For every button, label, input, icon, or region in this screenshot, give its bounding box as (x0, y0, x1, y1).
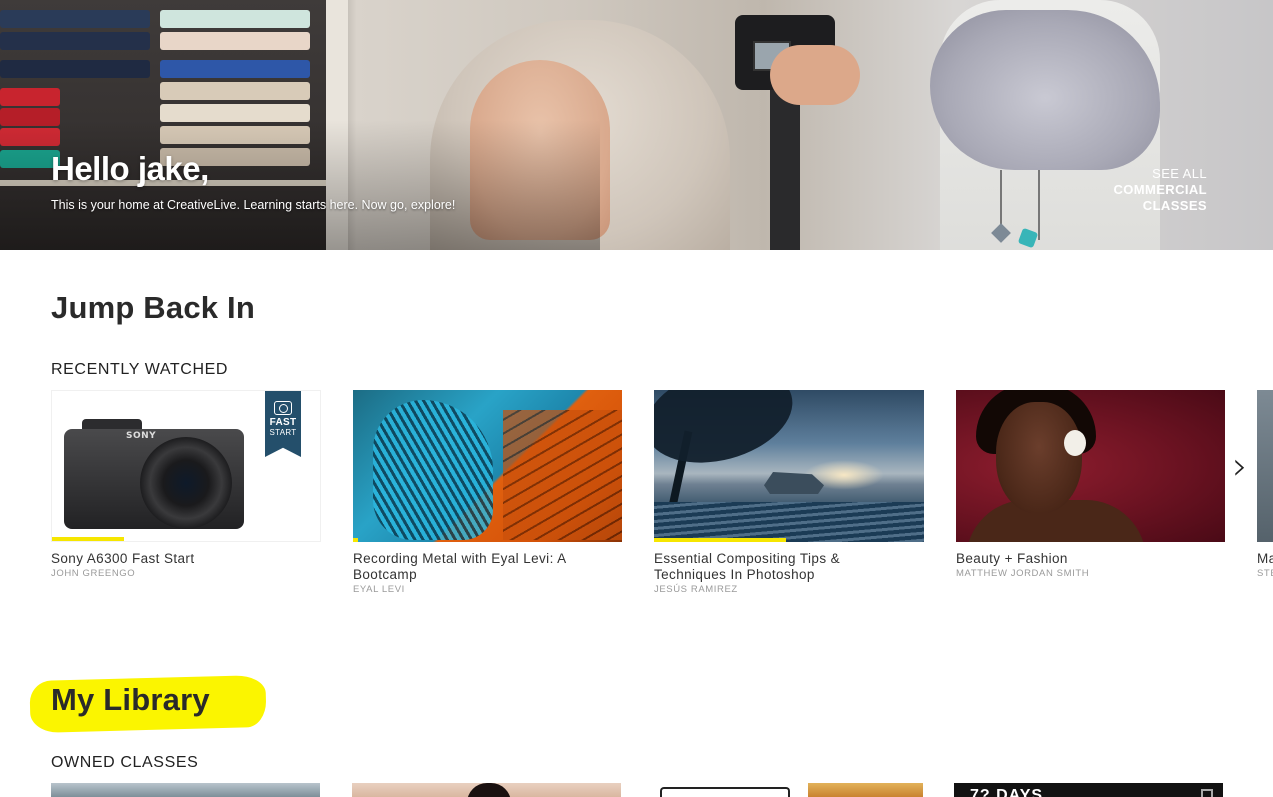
cta-line-3: CLASSES (1142, 198, 1207, 213)
watch-progress-bar (353, 538, 359, 542)
chevron-right-icon[interactable]: › (1226, 447, 1254, 485)
owned-class-thumbnail[interactable]: 7? DAYS (954, 783, 1223, 797)
bookmark-icon[interactable] (1201, 789, 1213, 797)
class-author: MATTHEW JORDAN SMITH (956, 568, 1090, 579)
my-library-heading: My Library (51, 682, 210, 717)
class-thumbnail[interactable]: SONY FAST START (51, 390, 321, 542)
owned-class-thumb-text: 7? DAYS (970, 787, 1044, 797)
owned-class-thumbnail[interactable] (352, 783, 621, 797)
camera-brand-label: SONY (126, 431, 157, 441)
hero-subtitle: This is your home at CreativeLive. Learn… (51, 198, 456, 212)
cta-line-2: COMMERCIAL (1113, 182, 1207, 197)
class-author: JOHN GREENGO (51, 568, 136, 579)
class-card[interactable]: Essential Compositing Tips & Techniques … (654, 390, 924, 595)
jump-back-in-heading: Jump Back In (51, 290, 255, 325)
class-title[interactable]: Recording Metal with Eyal Levi: A Bootca… (353, 551, 622, 583)
class-thumbnail[interactable] (1257, 390, 1273, 542)
watch-progress-bar (52, 537, 125, 541)
class-author: JESÚS RAMIREZ (654, 584, 738, 595)
class-card[interactable]: SONY FAST START Sony A6300 Fast Start JO… (51, 390, 321, 579)
badge-line-2: START (269, 428, 297, 437)
badge-line-1: FAST (269, 417, 297, 428)
class-author: STE (1257, 568, 1273, 579)
class-title[interactable]: Beauty + Fashion (956, 551, 1225, 567)
class-author: EYAL LEVI (353, 584, 405, 595)
class-title[interactable]: Essential Compositing Tips & Techniques … (654, 551, 924, 583)
class-card[interactable]: Recording Metal with Eyal Levi: A Bootca… (353, 390, 622, 595)
owned-class-thumbnail[interactable] (51, 783, 320, 797)
see-all-commercial-classes-link[interactable]: SEE ALL COMMERCIAL CLASSES (1113, 166, 1207, 214)
class-title[interactable]: Ma (1257, 551, 1273, 567)
owned-class-thumbnail[interactable] (654, 783, 923, 797)
class-card[interactable]: Ma STE (1257, 390, 1273, 579)
owned-classes-label: OWNED CLASSES (51, 754, 199, 771)
recently-watched-label: RECENTLY WATCHED (51, 361, 229, 378)
hero-banner: Hello jake, This is your home at Creativ… (0, 0, 1273, 250)
class-thumbnail[interactable] (654, 390, 924, 542)
fast-start-badge: FAST START (265, 391, 301, 457)
class-thumbnail[interactable] (956, 390, 1225, 542)
class-card[interactable]: Beauty + Fashion MATTHEW JORDAN SMITH (956, 390, 1225, 579)
class-thumbnail[interactable] (353, 390, 622, 542)
class-title[interactable]: Sony A6300 Fast Start (51, 551, 321, 567)
camera-icon (274, 401, 292, 415)
watch-progress-bar (654, 538, 787, 542)
hero-greeting: Hello jake, (51, 150, 209, 187)
cta-line-1: SEE ALL (1152, 166, 1207, 181)
